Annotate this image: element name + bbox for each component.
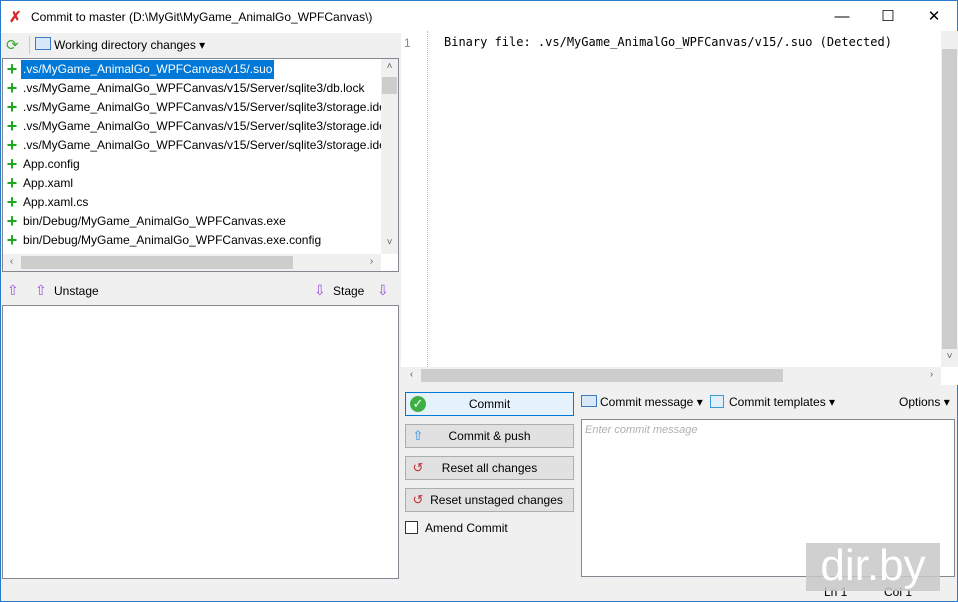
changes-toolbar: ⟳ Working directory changes ▾ [3,34,399,56]
diff-viewer[interactable]: 1 Binary file: .vs/MyGame_AnimalGo_WPFCa… [401,31,958,385]
scroll-down-icon[interactable]: ˅ [381,237,398,248]
scroll-left-icon[interactable]: ‹ [403,369,420,380]
working-directory-dropdown[interactable]: Working directory changes ▾ [54,38,205,52]
commit-message-label: Commit message [600,395,694,409]
commit-push-label: Commit & push [448,429,531,443]
file-list-item[interactable]: + .vs/MyGame_AnimalGo_WPFCanvas/v15/Serve… [3,98,381,117]
file-list-item[interactable]: + App.config [3,155,381,174]
horizontal-scrollbar[interactable]: ‹ › [3,254,381,271]
file-list-item[interactable]: + .vs/MyGame_AnimalGo_WPFCanvas/v15/Serve… [3,79,381,98]
staged-file-list[interactable] [2,305,399,579]
unstage-all-icon[interactable]: ⇧ [7,282,19,299]
vertical-scrollbar[interactable]: ˄ ˅ [381,59,398,254]
undo-icon: ↺ [412,492,424,507]
added-icon: + [6,174,18,193]
reset-unstaged-label: Reset unstaged changes [430,493,563,507]
unstage-button[interactable]: Unstage [54,284,99,298]
options-dropdown[interactable]: Options ▾ [899,392,950,412]
line-number: 1 [404,36,411,50]
diff-content: Binary file: .vs/MyGame_AnimalGo_WPFCanv… [444,35,892,49]
close-button[interactable]: ✕ [911,1,957,33]
file-path: .vs/MyGame_AnimalGo_WPFCanvas/v15/.suo [19,60,276,79]
file-list-item[interactable]: + .vs/MyGame_AnimalGo_WPFCanvas/v15/Serve… [3,136,381,155]
undo-icon: ↺ [412,460,424,475]
unstaged-file-list[interactable]: ˄ ˅ ‹ › + .vs/MyGame_AnimalGo_WPFCanvas/v… [2,58,399,272]
amend-label[interactable]: Amend Commit [425,521,508,535]
working-directory-icon [35,37,51,50]
added-icon: + [6,155,18,174]
unstage-icon: ⇧ [35,282,47,298]
added-icon: + [6,231,18,250]
file-path: .vs/MyGame_AnimalGo_WPFCanvas/v15/Server… [23,100,381,114]
commit-button[interactable]: ✓ Commit [405,392,574,416]
file-path: App.config [23,157,80,171]
reset-unstaged-button[interactable]: ↺ Reset unstaged changes [405,488,574,512]
scroll-up-icon[interactable]: ˄ [381,61,398,72]
commit-templates-label: Commit templates [729,395,826,409]
reset-all-button[interactable]: ↺ Reset all changes [405,456,574,480]
git-extensions-logo-icon: ✗ [9,9,22,26]
minimize-button[interactable]: — [819,1,865,33]
scroll-right-icon[interactable]: › [923,369,940,380]
file-path: App.xaml [23,176,74,190]
file-list-item[interactable]: + App.xaml [3,174,381,193]
check-icon: ✓ [410,396,426,412]
separator [29,36,30,54]
file-path: bin/Debug/MyGame_AnimalGo_WPFCanvas.exe.… [23,233,322,247]
file-path: App.xaml.cs [23,195,89,209]
working-directory-label: Working directory changes [54,38,196,52]
file-list-item[interactable]: + bin/Debug/MyGame_AnimalGo_WPFCanvas.exe… [3,231,381,250]
commit-message-icon [581,395,597,407]
file-list-item[interactable]: + App.xaml.cs [3,193,381,212]
added-icon: + [6,98,18,117]
file-path: .vs/MyGame_AnimalGo_WPFCanvas/v15/Server… [23,119,381,133]
reset-all-label: Reset all changes [441,461,538,475]
added-icon: + [6,212,18,231]
commit-label: Commit [468,397,511,411]
diff-vertical-scrollbar[interactable]: ˅ [941,31,958,367]
scroll-left-icon[interactable]: ‹ [3,256,20,267]
maximize-button[interactable]: ☐ [865,1,911,33]
scroll-thumb[interactable] [942,49,957,349]
stage-all-icon[interactable]: ⇩ [377,282,389,299]
file-list-item[interactable]: + .vs/MyGame_AnimalGo_WPFCanvas/v15/Serve… [3,117,381,136]
window-title: Commit to master (D:\MyGit\MyGame_Animal… [31,10,373,24]
scroll-down-icon[interactable]: ˅ [941,351,958,362]
added-icon: + [6,60,18,79]
file-list-item[interactable]: + bin/Debug/MyGame_AnimalGo_WPFCanvas.exe [3,212,381,231]
line-number-gutter: 1 [401,31,428,367]
file-list-item[interactable]: + .vs/MyGame_AnimalGo_WPFCanvas/v15/.suo [3,60,381,79]
commit-templates-dropdown[interactable]: Commit templates ▾ [729,392,835,412]
scroll-right-icon[interactable]: › [363,256,380,267]
templates-icon [710,395,724,408]
stage-button[interactable]: Stage [333,284,364,298]
added-icon: + [6,136,18,155]
amend-checkbox[interactable] [405,521,418,534]
stage-icon: ⇩ [314,282,326,298]
diff-horizontal-scrollbar[interactable]: ‹ › [401,367,941,385]
scroll-thumb[interactable] [21,256,293,269]
stage-toolbar: ⇧ ⇧ Unstage ⇩ Stage ⇩ [2,279,399,303]
file-path: .vs/MyGame_AnimalGo_WPFCanvas/v15/Server… [23,81,365,95]
added-icon: + [6,117,18,136]
added-icon: + [6,79,18,98]
watermark: dir.by [806,543,940,591]
scroll-thumb[interactable] [421,369,783,382]
push-arrow-icon: ⇧ [412,428,424,443]
commit-message-dropdown[interactable]: Commit message ▾ [600,392,703,412]
scroll-thumb[interactable] [382,77,397,94]
refresh-icon[interactable]: ⟳ [6,36,19,54]
options-label: Options [899,395,941,409]
added-icon: + [6,193,18,212]
file-path: .vs/MyGame_AnimalGo_WPFCanvas/v15/Server… [23,138,381,152]
commit-push-button[interactable]: ⇧ Commit & push [405,424,574,448]
title-bar: ✗ Commit to master (D:\MyGit\MyGame_Anim… [1,1,957,33]
file-path: bin/Debug/MyGame_AnimalGo_WPFCanvas.exe [23,214,286,228]
commit-message-placeholder: Enter commit message [585,424,698,436]
